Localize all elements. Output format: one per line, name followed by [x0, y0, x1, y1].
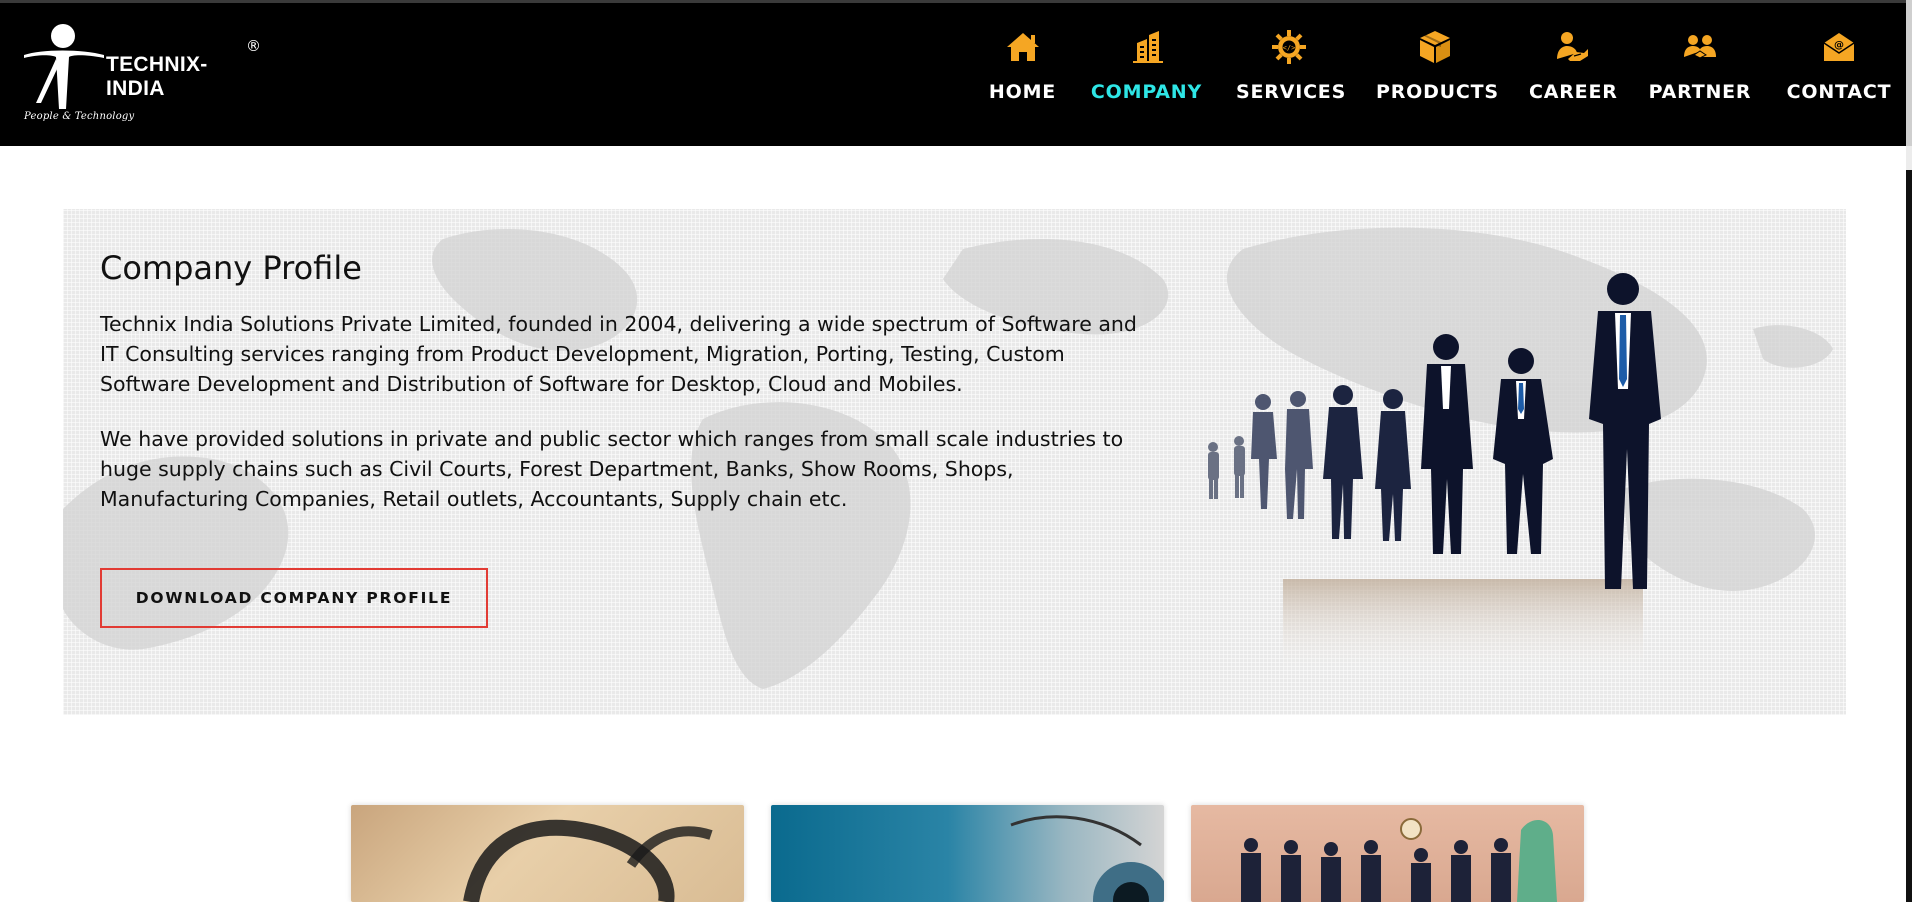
envelope-at-icon: @	[1823, 33, 1855, 61]
svg-text:</>: </>	[1283, 44, 1296, 52]
box-icon	[1420, 31, 1450, 63]
download-company-profile-button[interactable]: DOWNLOAD COMPANY PROFILE	[100, 568, 488, 628]
building-icon	[1132, 31, 1163, 63]
nav-label-contact: CONTACT	[1786, 81, 1892, 103]
nav-label-company: COMPANY	[1090, 81, 1203, 103]
page-title: Company Profile	[100, 249, 362, 287]
eye-closeup-icon	[1010, 815, 1164, 902]
nav-label-partner: PARTNER	[1648, 81, 1752, 103]
gear-code-icon: </>	[1272, 30, 1306, 64]
nav-item-partner[interactable]: PARTNER	[1648, 25, 1752, 115]
nav-item-home[interactable]: HOME	[985, 25, 1060, 115]
svg-text:@: @	[1834, 40, 1844, 51]
home-icon	[1006, 33, 1039, 61]
eyeglasses-icon	[463, 819, 713, 902]
scrollbar-thumb[interactable]	[1906, 170, 1912, 902]
scrollbar-top	[1906, 0, 1912, 146]
nav-item-services[interactable]: </> SERVICES	[1236, 25, 1347, 115]
person-handshake-icon	[1557, 32, 1588, 61]
card-team-group-photo[interactable]	[1191, 805, 1584, 902]
company-profile-hero: Company Profile Technix India Solutions …	[63, 209, 1846, 715]
team-group-photo-icon	[1241, 818, 1557, 902]
intro-paragraph: Technix India Solutions Private Limited,…	[100, 312, 1137, 396]
main-nav: HOME COMPANY </> SERVICES PRODUCTS CAREE…	[0, 3, 1906, 146]
partners-icon	[1684, 35, 1716, 59]
nav-label-career: CAREER	[1529, 81, 1618, 103]
business-people-silhouette-image	[1208, 273, 1661, 679]
nav-label-products: PRODUCTS	[1376, 81, 1499, 103]
card-eye-closeup-image[interactable]	[771, 805, 1164, 902]
nav-item-products[interactable]: PRODUCTS	[1376, 25, 1499, 115]
scrollbar[interactable]	[1906, 146, 1912, 902]
nav-label-home: HOME	[988, 81, 1057, 103]
nav-item-career[interactable]: CAREER	[1529, 25, 1618, 115]
sectors-paragraph: We have provided solutions in private an…	[100, 427, 1124, 511]
nav-label-services: SERVICES	[1236, 81, 1347, 103]
nav-item-company[interactable]: COMPANY	[1090, 25, 1203, 115]
nav-item-contact[interactable]: @ CONTACT	[1786, 25, 1892, 115]
card-eyeglasses-image[interactable]	[351, 805, 744, 902]
